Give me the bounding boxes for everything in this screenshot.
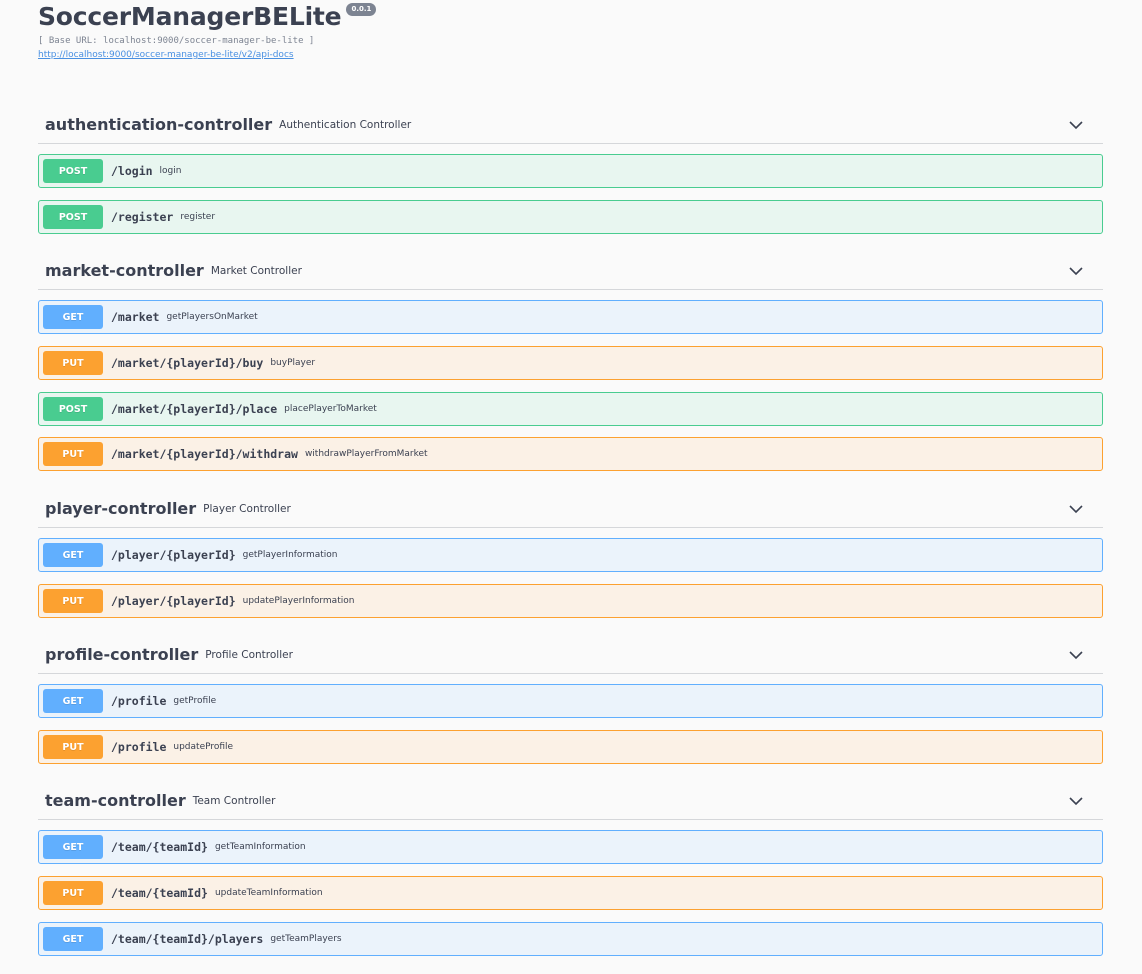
- operation-path: /login: [111, 164, 153, 178]
- method-badge: POST: [43, 205, 103, 229]
- api-docs-link[interactable]: http://localhost:9000/soccer-manager-be-…: [38, 48, 376, 62]
- api-info: SoccerManagerBELite 0.0.1 [ Base URL: lo…: [38, 0, 377, 62]
- operation-path: /player/{playerId}: [111, 548, 236, 562]
- base-url: [ Base URL: localhost:9000/soccer-manage…: [38, 36, 315, 46]
- operation-summary: getPlayersOnMarket: [166, 312, 258, 322]
- operation-get-team[interactable]: GET /team/{teamId} getTeamInformation: [38, 830, 1103, 864]
- operation-path: /market/{playerId}/withdraw: [111, 447, 298, 461]
- operation-path: /market/{playerId}/buy: [111, 356, 264, 370]
- operation-post-login[interactable]: POST /login login: [38, 154, 1103, 188]
- tag-name: player-controller: [45, 498, 197, 518]
- operation-put-market-withdraw[interactable]: PUT /market/{playerId}/withdraw withdraw…: [38, 437, 1103, 471]
- operation-put-market-buy[interactable]: PUT /market/{playerId}/buy buyPlayer: [38, 346, 1103, 380]
- tag-profile-controller[interactable]: profile-controller Profile Controller: [38, 635, 1103, 674]
- operation-path: /register: [111, 210, 174, 224]
- chevron-down-icon[interactable]: [1069, 794, 1083, 808]
- tag-team-controller[interactable]: team-controller Team Controller: [38, 781, 1103, 820]
- tag-description: Market Controller: [210, 264, 302, 277]
- tag-description: Team Controller: [192, 794, 276, 807]
- operation-get-market[interactable]: GET /market getPlayersOnMarket: [38, 300, 1103, 334]
- operation-path: /market/{playerId}/place: [111, 402, 278, 416]
- operation-summary: getProfile: [173, 696, 217, 706]
- tag-description: Profile Controller: [205, 648, 293, 661]
- operation-summary: register: [180, 212, 216, 222]
- operation-path: /team/{teamId}/players: [111, 932, 264, 946]
- operation-path: /profile: [111, 740, 167, 754]
- operation-get-team-players[interactable]: GET /team/{teamId}/players getTeamPlayer…: [38, 922, 1103, 956]
- tag-name: authentication-controller: [45, 114, 273, 134]
- operation-path: /team/{teamId}: [111, 840, 208, 854]
- operation-path: /market: [111, 310, 160, 324]
- operation-summary: updateTeamInformation: [214, 888, 323, 898]
- version-badge: 0.0.1: [346, 3, 377, 16]
- operation-summary: login: [159, 166, 182, 176]
- operation-post-market-place[interactable]: POST /market/{playerId}/place placePlaye…: [38, 392, 1103, 426]
- operation-get-player[interactable]: GET /player/{playerId} getPlayerInformat…: [38, 538, 1103, 572]
- operation-path: /player/{playerId}: [111, 594, 236, 608]
- method-badge: POST: [43, 159, 103, 183]
- tag-market-controller[interactable]: market-controller Market Controller: [38, 251, 1103, 290]
- tag-authentication-controller[interactable]: authentication-controller Authentication…: [38, 105, 1103, 144]
- operation-summary: buyPlayer: [270, 358, 316, 368]
- method-badge: GET: [43, 927, 103, 951]
- method-badge: GET: [43, 689, 103, 713]
- operation-path: /team/{teamId}: [111, 886, 208, 900]
- method-badge: GET: [43, 543, 103, 567]
- method-badge: PUT: [43, 351, 103, 375]
- tag-description: Player Controller: [203, 502, 291, 515]
- tag-name: market-controller: [45, 260, 204, 280]
- tag-name: profile-controller: [45, 644, 199, 664]
- api-title: SoccerManagerBELite: [38, 2, 342, 31]
- tag-player-controller[interactable]: player-controller Player Controller: [38, 489, 1103, 528]
- method-badge: POST: [43, 397, 103, 421]
- tag-name: team-controller: [45, 790, 186, 810]
- operation-summary: withdrawPlayerFromMarket: [304, 449, 428, 459]
- chevron-down-icon[interactable]: [1069, 502, 1083, 516]
- operation-summary: updateProfile: [173, 742, 234, 752]
- operation-path: /profile: [111, 694, 167, 708]
- operation-put-team[interactable]: PUT /team/{teamId} updateTeamInformation: [38, 876, 1103, 910]
- chevron-down-icon[interactable]: [1069, 264, 1083, 278]
- operation-summary: updatePlayerInformation: [242, 596, 355, 606]
- operation-summary: getTeamInformation: [214, 842, 306, 852]
- operation-get-profile[interactable]: GET /profile getProfile: [38, 684, 1103, 718]
- method-badge: PUT: [43, 589, 103, 613]
- method-badge: GET: [43, 305, 103, 329]
- method-badge: GET: [43, 835, 103, 859]
- tag-description: Authentication Controller: [279, 118, 412, 131]
- operation-put-player[interactable]: PUT /player/{playerId} updatePlayerInfor…: [38, 584, 1103, 618]
- operation-summary: placePlayerToMarket: [284, 404, 377, 414]
- method-badge: PUT: [43, 735, 103, 759]
- operation-post-register[interactable]: POST /register register: [38, 200, 1103, 234]
- chevron-down-icon[interactable]: [1069, 648, 1083, 662]
- method-badge: PUT: [43, 881, 103, 905]
- operation-summary: getTeamPlayers: [270, 934, 342, 944]
- method-badge: PUT: [43, 442, 103, 466]
- title-row: SoccerManagerBELite 0.0.1: [38, 0, 377, 34]
- operation-put-profile[interactable]: PUT /profile updateProfile: [38, 730, 1103, 764]
- operation-summary: getPlayerInformation: [242, 550, 338, 560]
- chevron-down-icon[interactable]: [1069, 118, 1083, 132]
